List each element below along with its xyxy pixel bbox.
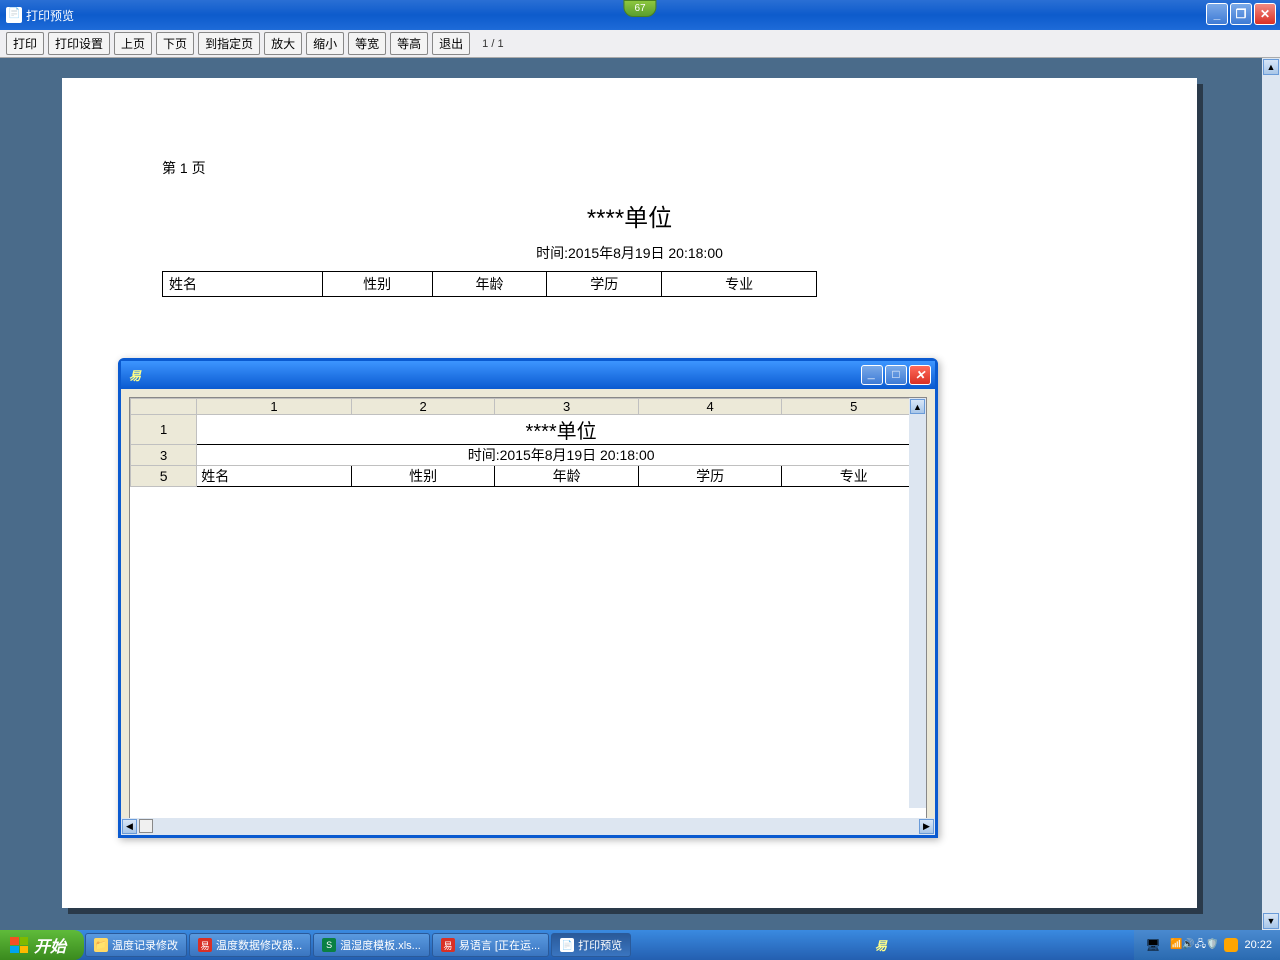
sheet-horizontal-scrollbar[interactable]: ◀ ▶ xyxy=(121,818,935,835)
sheet-scroll-right-icon[interactable]: ▶ xyxy=(919,819,934,834)
sheet-tab-icon[interactable] xyxy=(139,819,153,833)
tray-status-icon[interactable] xyxy=(1224,938,1238,952)
col-header[interactable]: 5 xyxy=(782,399,926,415)
zoom-out-button[interactable]: 缩小 xyxy=(306,32,344,55)
app-icon: S xyxy=(322,938,336,952)
popup-maximize-button[interactable]: □ xyxy=(885,365,907,385)
toolbar: 打印 打印设置 上页 下页 到指定页 放大 缩小 等宽 等高 退出 1 / 1 xyxy=(0,30,1280,58)
document-icon: 📄 xyxy=(560,938,574,952)
app-icon xyxy=(6,7,22,23)
folder-icon: 📁 xyxy=(94,938,108,952)
spreadsheet[interactable]: 1 2 3 4 5 1 ****单位 3 时间:2015年8月19日 20:18… xyxy=(130,398,926,487)
header-cell: 学历 xyxy=(547,272,662,297)
document-title: ****单位 xyxy=(162,198,1097,233)
col-header[interactable]: 4 xyxy=(638,399,782,415)
quicklaunch-icon[interactable]: 易 xyxy=(872,936,890,954)
header-cell: 专业 xyxy=(662,272,817,297)
header-cell: 性别 xyxy=(322,272,432,297)
page-indicator: 1 / 1 xyxy=(482,38,503,50)
next-page-button[interactable]: 下页 xyxy=(156,32,194,55)
taskbar-item-label: 温湿度模板.xls... xyxy=(340,937,421,953)
popup-minimize-button[interactable]: _ xyxy=(861,365,883,385)
document-timestamp: 时间:2015年8月19日 20:18:00 xyxy=(162,243,1097,263)
page-label: 第 1 页 xyxy=(162,158,1097,178)
system-tray: 🖥 📶🔊🖧🛡️ 20:22 xyxy=(1134,930,1280,960)
sheet-scroll-up-icon[interactable]: ▲ xyxy=(910,399,925,414)
col-header[interactable]: 2 xyxy=(351,399,495,415)
spreadsheet-window: 易 _ □ ✕ 1 2 3 4 5 1 ****单位 xyxy=(118,358,938,838)
row-header[interactable]: 5 xyxy=(131,466,197,487)
taskbar-item[interactable]: 易易语言 [正在运... xyxy=(432,933,549,957)
sheet-cell[interactable]: 姓名 xyxy=(197,466,352,487)
sheet-cell[interactable]: 年龄 xyxy=(495,466,639,487)
header-cell: 年龄 xyxy=(432,272,547,297)
start-label: 开始 xyxy=(34,933,66,957)
sheet-scroll-left-icon[interactable]: ◀ xyxy=(122,819,137,834)
scroll-down-icon[interactable]: ▼ xyxy=(1263,913,1279,929)
popup-titlebar[interactable]: 易 _ □ ✕ xyxy=(121,361,935,389)
show-desktop-icon[interactable]: 🖥 xyxy=(1144,936,1162,954)
fit-width-button[interactable]: 等宽 xyxy=(348,32,386,55)
sheet-corner[interactable] xyxy=(131,399,197,415)
taskbar-item[interactable]: S 温湿度模板.xls... xyxy=(313,933,430,957)
taskbar-item-label: 温度数据修改器... xyxy=(216,937,302,953)
taskbar-item[interactable]: 易温度数据修改器... xyxy=(189,933,311,957)
maximize-button[interactable]: ❐ xyxy=(1230,3,1252,25)
prev-page-button[interactable]: 上页 xyxy=(114,32,152,55)
taskbar-item-label: 温度记录修改 xyxy=(112,937,178,953)
app-icon: 易 xyxy=(198,938,212,952)
clock: 20:22 xyxy=(1244,939,1272,951)
top-badge: 67 xyxy=(623,0,656,17)
popup-body: 1 2 3 4 5 1 ****单位 3 时间:2015年8月19日 20:18… xyxy=(121,389,935,835)
popup-close-button[interactable]: ✕ xyxy=(909,365,931,385)
taskbar-item-label: 易语言 [正在运... xyxy=(459,937,540,953)
sheet-vertical-scrollbar[interactable]: ▲ xyxy=(909,398,926,808)
header-cell: 姓名 xyxy=(163,272,323,297)
document-table: 姓名 性别 年龄 学历 专业 xyxy=(162,271,817,297)
vertical-scrollbar[interactable]: ▲ ▼ xyxy=(1262,58,1280,930)
sheet-time-cell[interactable]: 时间:2015年8月19日 20:18:00 xyxy=(197,445,926,466)
print-settings-button[interactable]: 打印设置 xyxy=(48,32,110,55)
taskbar-item-label: 打印预览 xyxy=(578,937,622,953)
start-button[interactable]: 开始 xyxy=(0,930,84,960)
window-title: 打印预览 xyxy=(26,7,74,24)
taskbar-item[interactable]: 📁 温度记录修改 xyxy=(85,933,187,957)
close-button[interactable]: ✕ xyxy=(1254,3,1276,25)
col-header[interactable]: 3 xyxy=(495,399,639,415)
minimize-button[interactable]: _ xyxy=(1206,3,1228,25)
taskbar-item[interactable]: 📄 打印预览 xyxy=(551,933,631,957)
scroll-up-icon[interactable]: ▲ xyxy=(1263,59,1279,75)
app-icon: 易 xyxy=(441,938,455,952)
sheet-cell[interactable]: 专业 xyxy=(782,466,926,487)
exit-button[interactable]: 退出 xyxy=(432,32,470,55)
sheet-cell[interactable]: 学历 xyxy=(638,466,782,487)
fit-height-button[interactable]: 等高 xyxy=(390,32,428,55)
windows-logo-icon xyxy=(10,937,28,953)
print-button[interactable]: 打印 xyxy=(6,32,44,55)
taskbar: 开始 📁温度记录修改 易温度数据修改器... S温湿度模板.xls... 易易语… xyxy=(0,930,1280,960)
sheet-title-cell[interactable]: ****单位 xyxy=(197,415,926,445)
sheet-cell[interactable]: 性别 xyxy=(351,466,495,487)
tray-icons[interactable]: 📶🔊🖧🛡️ xyxy=(1170,937,1219,954)
row-header[interactable]: 3 xyxy=(131,445,197,466)
row-header[interactable]: 1 xyxy=(131,415,197,445)
popup-app-icon: 易 xyxy=(129,367,141,384)
col-header[interactable]: 1 xyxy=(197,399,352,415)
goto-page-button[interactable]: 到指定页 xyxy=(198,32,260,55)
zoom-in-button[interactable]: 放大 xyxy=(264,32,302,55)
